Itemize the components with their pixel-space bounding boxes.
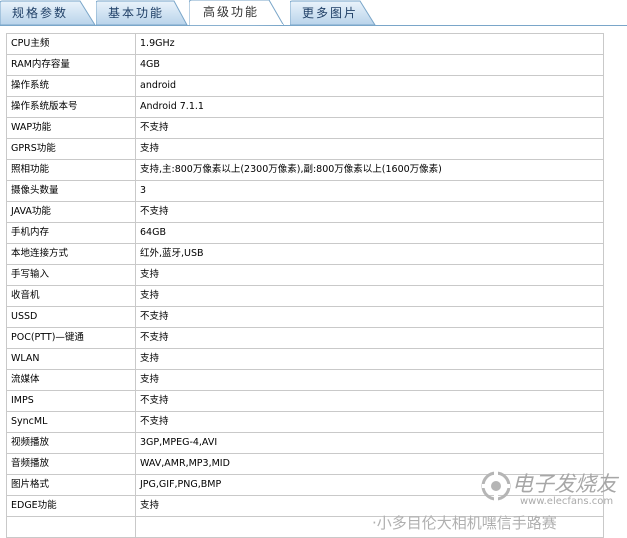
spec-row: IMPS 不支持 — [6, 390, 604, 412]
watermark: 电子发烧友 www.elecfans.com — [476, 462, 626, 512]
spec-value: 支持 — [135, 264, 604, 286]
spec-key: 操作系统版本号 — [6, 96, 136, 118]
spec-key: 图片格式 — [6, 474, 136, 496]
watermark-text: 电子发烧友 — [512, 472, 617, 496]
tab-basic-functions[interactable]: 基本功能 — [96, 0, 188, 25]
spec-value: 不支持 — [135, 201, 604, 223]
spec-row: USSD 不支持 — [6, 306, 604, 328]
spec-key: JAVA功能 — [6, 201, 136, 223]
spec-key: 流媒体 — [6, 369, 136, 391]
spec-key: GPRS功能 — [6, 138, 136, 160]
tab-label: 规格参数 — [12, 6, 69, 20]
spec-key: SyncML — [6, 411, 136, 433]
spec-key: USSD — [6, 306, 136, 328]
tab-underline — [0, 25, 627, 26]
spec-row: 摄像头数量 3 — [6, 180, 604, 202]
spec-value: 支持 — [135, 369, 604, 391]
spec-row: 收音机 支持 — [6, 285, 604, 307]
spec-row: 手写输入 支持 — [6, 264, 604, 286]
spec-key: IMPS — [6, 390, 136, 412]
spec-key: 照相功能 — [6, 159, 136, 181]
spec-key: 视频播放 — [6, 432, 136, 454]
spec-row: 手机内存 64GB — [6, 222, 604, 244]
watermark-url: www.elecfans.com — [520, 496, 614, 507]
spec-row: 照相功能 支持,主:800万像素以上(2300万像素),副:800万像素以上(16… — [6, 159, 604, 181]
spec-value: 支持 — [135, 348, 604, 370]
spec-value: 3 — [135, 180, 604, 202]
spec-value: 红外,蓝牙,USB — [135, 243, 604, 265]
tab-label: 高级功能 — [203, 5, 260, 19]
spec-value: 64GB — [135, 222, 604, 244]
spec-key: CPU主频 — [6, 33, 136, 55]
spec-value: 支持 — [135, 285, 604, 307]
spec-row: 操作系统 android — [6, 75, 604, 97]
tab-label: 更多图片 — [302, 6, 359, 20]
spec-row: RAM内存容量 4GB — [6, 54, 604, 76]
spec-value: Android 7.1.1 — [135, 96, 604, 118]
spec-row: GPRS功能 支持 — [6, 138, 604, 160]
tab-more-pictures[interactable]: 更多图片 — [290, 0, 376, 25]
spec-key: WAP功能 — [6, 117, 136, 139]
spec-row: 操作系统版本号 Android 7.1.1 — [6, 96, 604, 118]
spec-row: POC(PTT)—键通 不支持 — [6, 327, 604, 349]
footer-caption: ·小多目伦大相机嘿信手路赛 — [372, 514, 557, 532]
spec-value: 不支持 — [135, 117, 604, 139]
spec-key: 摄像头数量 — [6, 180, 136, 202]
watermark-logo-icon — [481, 468, 511, 504]
tab-bar: 规格参数 基本功能 高级功能 更多图片 — [0, 0, 627, 26]
spec-row: CPU主频 1.9GHz — [6, 33, 604, 55]
spec-value: 不支持 — [135, 327, 604, 349]
spec-key: 手写输入 — [6, 264, 136, 286]
spec-key — [6, 516, 136, 538]
tab-label: 基本功能 — [108, 6, 165, 20]
spec-key: 本地连接方式 — [6, 243, 136, 265]
spec-row: 视频播放 3GP,MPEG-4,AVI — [6, 432, 604, 454]
spec-row: 流媒体 支持 — [6, 369, 604, 391]
spec-value: 支持 — [135, 138, 604, 160]
spec-value: 不支持 — [135, 390, 604, 412]
spec-row: WAP功能 不支持 — [6, 117, 604, 139]
spec-key: 手机内存 — [6, 222, 136, 244]
spec-value: 不支持 — [135, 306, 604, 328]
tab-specs[interactable]: 规格参数 — [0, 0, 96, 25]
spec-key: POC(PTT)—键通 — [6, 327, 136, 349]
spec-key: EDGE功能 — [6, 495, 136, 517]
spec-value: 不支持 — [135, 411, 604, 433]
tab-advanced-functions[interactable]: 高级功能 — [189, 0, 285, 26]
spec-key: 收音机 — [6, 285, 136, 307]
spec-key: WLAN — [6, 348, 136, 370]
spec-row: WLAN 支持 — [6, 348, 604, 370]
spec-row: SyncML 不支持 — [6, 411, 604, 433]
spec-key: 操作系统 — [6, 75, 136, 97]
spec-value: android — [135, 75, 604, 97]
spec-row: 本地连接方式 红外,蓝牙,USB — [6, 243, 604, 265]
spec-value: 1.9GHz — [135, 33, 604, 55]
spec-key: RAM内存容量 — [6, 54, 136, 76]
spec-value: 支持,主:800万像素以上(2300万像素),副:800万像素以上(1600万像… — [135, 159, 604, 181]
spec-row: JAVA功能 不支持 — [6, 201, 604, 223]
spec-value: 3GP,MPEG-4,AVI — [135, 432, 604, 454]
spec-value: 4GB — [135, 54, 604, 76]
spec-key: 音频播放 — [6, 453, 136, 475]
